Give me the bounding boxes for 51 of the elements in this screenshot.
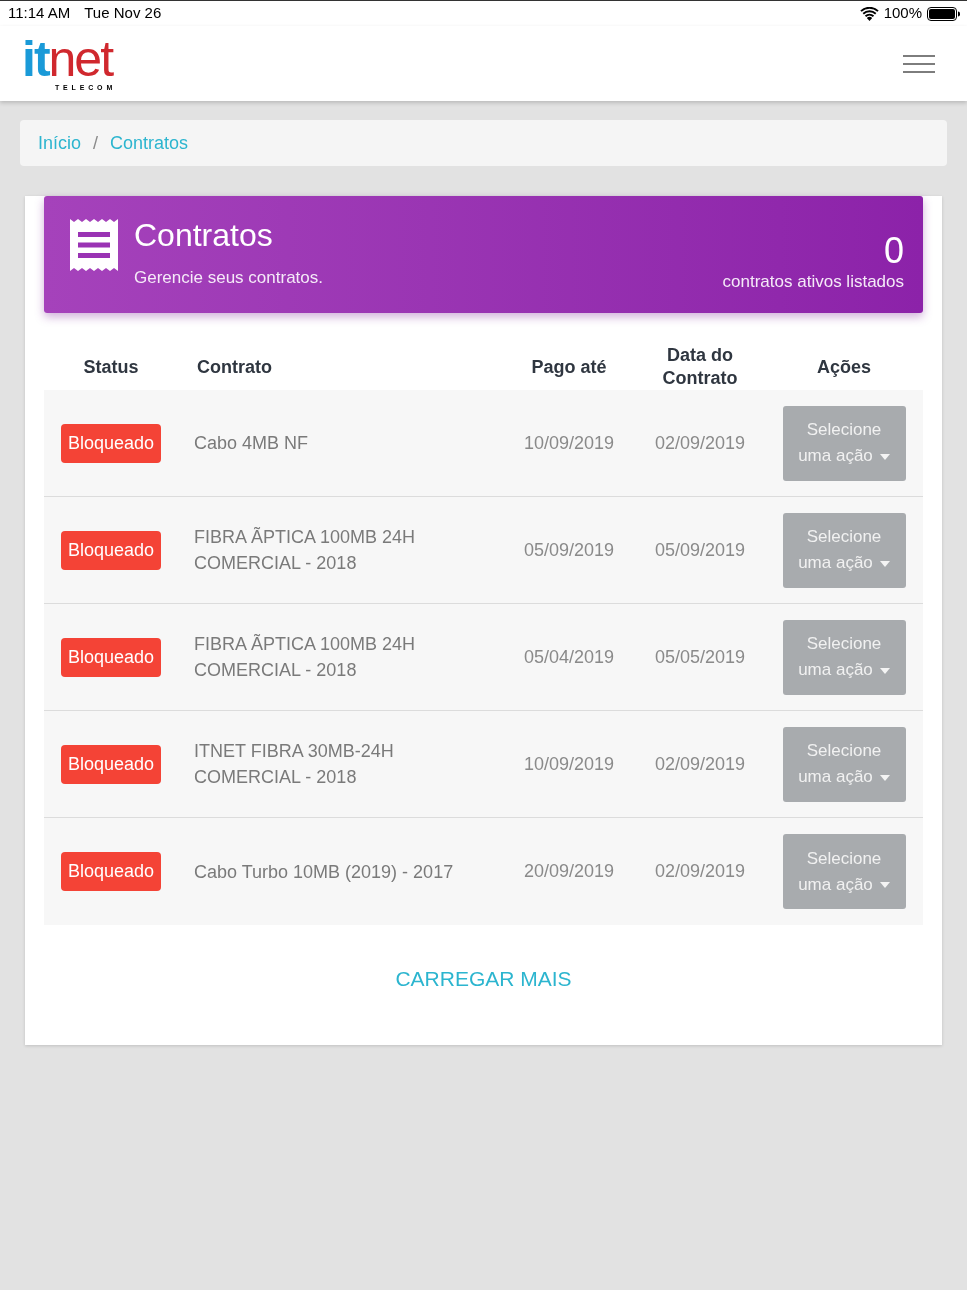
action-dropdown[interactable]: Selecione uma ação (782, 405, 906, 481)
menu-button[interactable] (903, 54, 935, 73)
caret-icon (879, 667, 890, 674)
table-cell-text: 02/09/2019 (654, 752, 746, 776)
logo-wordmark: itnet (22, 37, 113, 81)
caret-icon (879, 453, 890, 460)
table-cell-text: 05/09/2019 (654, 538, 746, 562)
table-cell-text: 10/09/2019 (523, 431, 615, 455)
status-date: Tue Nov 26 (84, 3, 162, 24)
action-dropdown[interactable]: Selecione uma ação (782, 512, 906, 588)
wifi-icon (859, 6, 879, 21)
table-cell-text: Cabo 4MB NF (193, 432, 310, 455)
status-badge: Bloqueado (61, 530, 161, 570)
column-header: Status (83, 355, 139, 379)
table-cell-text: FIBRA ÃPTICA 100MB 24H COMERCIAL - 2018 (193, 633, 417, 682)
table-cell-text: 05/05/2019 (654, 645, 746, 669)
status-badge: Bloqueado (61, 423, 161, 463)
column-header: Ações (817, 355, 871, 379)
breadcrumb-separator: / (93, 131, 99, 155)
table-cell-text: 02/09/2019 (654, 431, 746, 455)
active-contracts-count: 0 (883, 231, 904, 270)
column-header: Pago até (531, 355, 607, 379)
panel-title: Contratos (134, 216, 274, 254)
load-more-button[interactable]: CARREGAR MAIS (395, 965, 572, 993)
table-cell-text: 05/09/2019 (523, 538, 615, 562)
battery-icon (927, 6, 960, 21)
panel-subtitle: Gerencie seus contratos. (134, 267, 323, 289)
table-cell-text: FIBRA ÃPTICA 100MB 24H COMERCIAL - 2018 (193, 526, 417, 575)
status-time: 11:14 AM (8, 3, 71, 24)
column-header: Data do Contrato (661, 344, 739, 390)
status-badge: Bloqueado (61, 637, 161, 677)
breadcrumb-link[interactable]: Contratos (110, 129, 189, 157)
table-cell-text: 02/09/2019 (654, 860, 746, 883)
table-cell-text: Cabo Turbo 10MB (2019) - 2017 (193, 860, 455, 884)
action-dropdown[interactable]: Selecione uma ação (782, 834, 906, 909)
receipt-icon (70, 219, 118, 271)
status-badge: Bloqueado (61, 852, 161, 891)
action-dropdown[interactable]: Selecione uma ação (782, 619, 906, 695)
table-cell-text: 05/04/2019 (523, 645, 615, 669)
active-contracts-label: contratos ativos listados (722, 270, 904, 293)
column-header: Contrato (196, 355, 272, 379)
table-cell-text: 10/09/2019 (523, 752, 615, 776)
table-cell-text: ITNET FIBRA 30MB-24H COMERCIAL - 2018 (193, 740, 395, 789)
caret-icon (879, 774, 890, 781)
breadcrumb-link[interactable]: Início (38, 129, 82, 157)
caret-icon (879, 560, 890, 567)
battery-percentage: 100% (883, 3, 922, 24)
caret-icon (879, 882, 890, 888)
action-dropdown[interactable]: Selecione uma ação (782, 726, 906, 802)
table-cell-text: 20/09/2019 (523, 860, 615, 883)
status-badge: Bloqueado (61, 744, 161, 784)
